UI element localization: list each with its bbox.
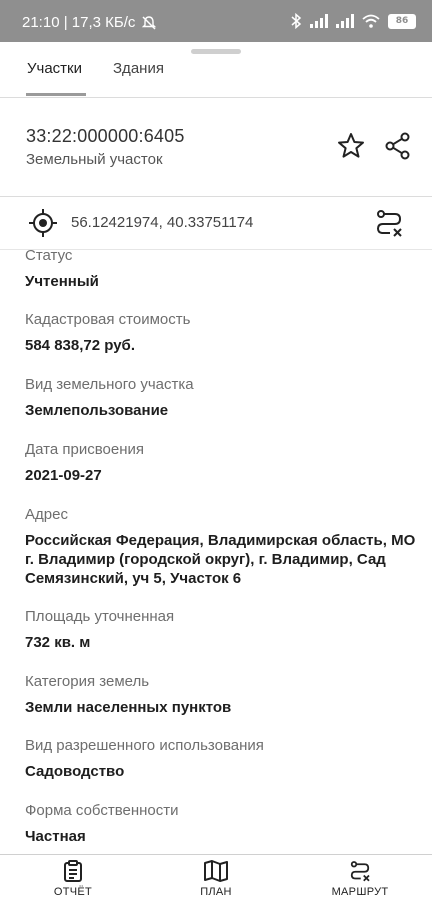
- location-target-icon[interactable]: [28, 208, 58, 238]
- route-clear-icon[interactable]: [373, 207, 405, 239]
- field-label: Площадь уточненная: [25, 608, 175, 625]
- field-status: Статус Учтенный: [25, 249, 420, 291]
- bluetooth-icon: [291, 13, 302, 29]
- nav-route-button[interactable]: МАРШРУТ: [310, 859, 410, 898]
- coordinates-text[interactable]: 56.12421974, 40.33751174: [71, 214, 253, 231]
- tab-buildings[interactable]: Здания: [113, 60, 164, 77]
- star-icon[interactable]: [336, 131, 366, 161]
- tab-parcels[interactable]: Участки: [27, 60, 82, 77]
- coordinates-row: 56.12421974, 40.33751174: [0, 197, 432, 250]
- field-permitted-use: Вид разрешенного использования Садоводст…: [25, 736, 420, 781]
- field-assignment-date: Дата присвоения 2021-09-27: [25, 440, 420, 485]
- active-tab-indicator: [26, 93, 86, 96]
- field-label: Вид разрешенного использования: [25, 737, 264, 754]
- nav-report-button[interactable]: ОТЧЁТ: [23, 859, 123, 898]
- signal-icon: [310, 14, 328, 28]
- field-value: 732 кв. м: [25, 634, 91, 651]
- cadastral-number: 33:22:000000:6405: [26, 126, 185, 146]
- field-parcel-kind: Вид земельного участка Землепользование: [25, 375, 420, 420]
- field-value: Земли населенных пунктов: [25, 699, 232, 716]
- field-label: Статус: [25, 249, 73, 264]
- field-label: Вид земельного участка: [25, 376, 194, 393]
- sheet-drag-handle[interactable]: [191, 49, 241, 54]
- field-cadastral-value: Кадастровая стоимость 584 838,72 руб.: [25, 310, 420, 355]
- report-icon: [64, 860, 82, 882]
- bottom-navigation: ОТЧЁТ ПЛАН МАРШРУТ: [0, 854, 432, 901]
- status-left: 21:10 | 17,3 КБ/с: [22, 14, 157, 31]
- nav-plan-label: ПЛАН: [200, 886, 232, 898]
- wifi-icon: [362, 14, 380, 28]
- map-icon: [204, 860, 228, 882]
- parcel-type: Земельный участок: [26, 151, 163, 168]
- field-value: Садоводство: [25, 763, 125, 780]
- nav-plan-button[interactable]: ПЛАН: [166, 859, 266, 898]
- nav-route-label: МАРШРУТ: [331, 886, 389, 898]
- mute-icon: [142, 15, 157, 30]
- tab-bar: Участки Здания: [0, 55, 432, 98]
- parcel-details[interactable]: Статус Учтенный Кадастровая стоимость 58…: [0, 249, 432, 854]
- signal-icon: [336, 14, 354, 28]
- status-right: 86: [290, 13, 416, 29]
- field-area: Площадь уточненная 732 кв. м: [25, 607, 420, 652]
- battery-icon: 86: [388, 13, 416, 29]
- field-label: Форма собственности: [25, 802, 179, 819]
- field-value: Землепользование: [25, 402, 169, 419]
- parcel-header: 33:22:000000:6405 Земельный участок: [0, 98, 432, 197]
- field-address: Адрес Российская Федерация, Владимирская…: [25, 505, 420, 588]
- share-icon[interactable]: [383, 131, 413, 161]
- field-ownership-form: Форма собственности Частная: [25, 801, 420, 846]
- nav-report-label: ОТЧЁТ: [53, 886, 93, 898]
- field-value: Частная: [25, 828, 86, 845]
- field-land-category: Категория земель Земли населенных пункто…: [25, 672, 420, 717]
- status-bar: 21:10 | 17,3 КБ/с 86: [0, 0, 432, 42]
- field-label: Дата присвоения: [25, 441, 144, 458]
- field-value: 584 838,72 руб.: [25, 337, 135, 354]
- route-icon: [350, 861, 370, 882]
- field-value: 2021-09-27: [25, 467, 102, 484]
- field-label: Категория земель: [25, 673, 150, 690]
- field-label: Кадастровая стоимость: [25, 311, 191, 328]
- field-value: Российская Федерация, Владимирская облас…: [25, 532, 416, 587]
- battery-level: 86: [395, 16, 409, 26]
- field-label: Адрес: [25, 506, 68, 523]
- status-time-speed: 21:10 | 17,3 КБ/с: [22, 14, 136, 31]
- field-value: Учтенный: [25, 273, 99, 290]
